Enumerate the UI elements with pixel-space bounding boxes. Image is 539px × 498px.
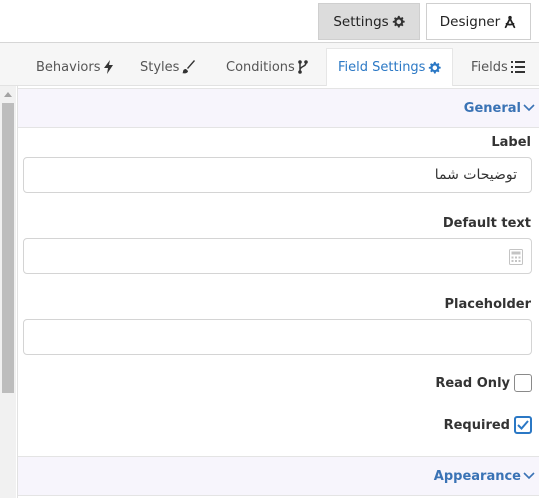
read-only-label: Read Only	[435, 375, 510, 391]
tab-styles[interactable]: Styles	[140, 48, 196, 86]
general-section-header[interactable]: General	[18, 88, 539, 128]
tab-fields-label: Fields	[471, 59, 508, 75]
scroll-up-arrow-icon[interactable]	[4, 92, 12, 97]
brush-icon	[182, 60, 196, 74]
scroll-thumb[interactable]	[2, 103, 14, 393]
read-only-checkbox[interactable]	[514, 374, 532, 392]
mode-bar: Settings Designer	[0, 0, 539, 42]
vertical-scrollbar[interactable]	[0, 86, 16, 498]
branch-icon	[298, 60, 308, 74]
placeholder-input[interactable]	[23, 319, 532, 355]
tab-conditions-label: Conditions	[226, 59, 295, 75]
chevron-down-icon	[523, 104, 535, 112]
calculator-icon[interactable]	[509, 249, 523, 265]
tab-field-settings[interactable]: Field Settings	[326, 48, 454, 86]
required-row: Required	[444, 416, 532, 434]
default-text-field-title: Default text	[442, 216, 531, 231]
read-only-row: Read Only	[435, 374, 532, 392]
tab-field-settings-label: Field Settings	[338, 60, 426, 75]
list-icon	[510, 61, 525, 73]
gear-icon	[428, 61, 442, 74]
bolt-icon	[103, 60, 113, 74]
chevron-down-icon	[523, 472, 535, 480]
checkmark-icon	[517, 420, 529, 430]
field-settings-panel: General Label Default text Placeholder R…	[17, 86, 539, 498]
settings-button[interactable]: Settings	[318, 3, 420, 40]
tab-styles-label: Styles	[140, 59, 180, 75]
settings-button-label: Settings	[333, 13, 389, 30]
general-section-title: General	[463, 100, 521, 116]
tab-behaviors-label: Behaviors	[36, 59, 101, 75]
label-input[interactable]	[23, 157, 532, 193]
appearance-section-header[interactable]: Appearance	[18, 456, 539, 496]
required-label: Required	[443, 417, 510, 433]
placeholder-field-title: Placeholder	[444, 297, 531, 312]
appearance-section-title: Appearance	[433, 468, 521, 484]
tab-behaviors[interactable]: Behaviors	[36, 48, 113, 86]
drafting-compass-icon	[503, 15, 517, 29]
tab-conditions[interactable]: Conditions	[226, 48, 308, 86]
settings-tabs: Behaviors Styles Conditions Field Settin…	[0, 42, 539, 86]
tab-fields[interactable]: Fields	[471, 48, 525, 86]
designer-button[interactable]: Designer	[426, 3, 531, 40]
label-field-title: Label	[491, 135, 531, 150]
designer-button-label: Designer	[439, 13, 501, 30]
required-checkbox[interactable]	[514, 416, 532, 434]
default-text-input[interactable]	[23, 238, 532, 274]
gear-icon	[392, 15, 405, 28]
